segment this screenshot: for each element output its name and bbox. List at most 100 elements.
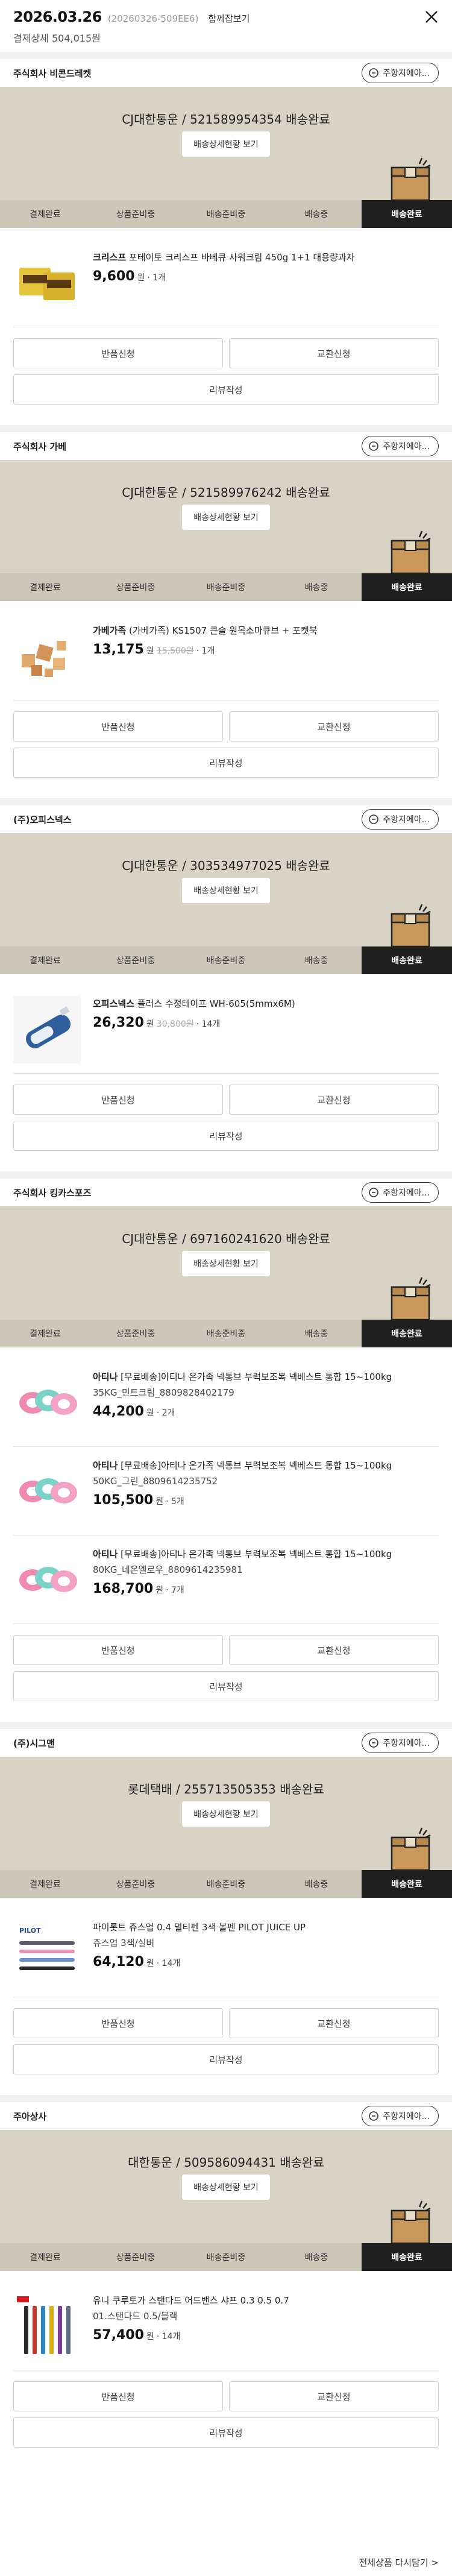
product-price: 44,200 bbox=[93, 1404, 144, 1419]
product-item[interactable]: PILOT 파이롯트 쥬스업 0.4 멀티펜 3색 볼펜 PILOT JUICE … bbox=[0, 1919, 452, 1987]
exchange-request-button[interactable]: 교환신청 bbox=[229, 1635, 439, 1665]
shipping-detail-button[interactable]: 배송상세현황 보기 bbox=[182, 1801, 270, 1827]
product-item[interactable]: 아티나 [무료배송]아티나 온가족 넥통브 부력보조복 넥베스트 통합 15~1… bbox=[0, 1369, 452, 1437]
seller-name[interactable]: (주)오피스넥스 bbox=[13, 813, 72, 826]
exchange-request-button[interactable]: 교환신청 bbox=[229, 711, 439, 742]
product-thumbnail[interactable] bbox=[13, 996, 81, 1063]
receipt-link[interactable]: 함께잡보기 bbox=[208, 12, 250, 25]
shipping-step: 상품준비중 bbox=[116, 2253, 155, 2263]
product-thumbnail[interactable] bbox=[13, 1546, 81, 1614]
shipping-steps: 결제완료 상품준비중 배송준비중 배송중 배송완료 bbox=[0, 573, 452, 601]
order-actions: 반품신청 교환신청 리뷰작성 bbox=[0, 2381, 452, 2448]
seller-row: 주식회사 비콘드레켓 주항지에아... bbox=[0, 59, 452, 87]
product-name[interactable]: 파이롯트 쥬스업 0.4 멀티펜 3색 볼펜 PILOT JUICE UP bbox=[93, 1921, 306, 1934]
write-review-button[interactable]: 리뷰작성 bbox=[13, 2044, 439, 2074]
return-request-button[interactable]: 반품신청 bbox=[13, 338, 223, 368]
delivered-box-icon bbox=[391, 531, 431, 573]
product-name[interactable]: 아티나 [무료배송]아티나 온가족 넥통브 부력보조복 넥베스트 통합 15~1… bbox=[93, 1459, 392, 1472]
write-review-button[interactable]: 리뷰작성 bbox=[13, 1671, 439, 1701]
product-name[interactable]: 아티나 [무료배송]아티나 온가족 넥통브 부력보조복 넥베스트 통합 15~1… bbox=[93, 1548, 392, 1561]
return-request-button[interactable]: 반품신청 bbox=[13, 1085, 223, 1115]
seller-name[interactable]: 주아상사 bbox=[13, 2110, 46, 2123]
order-header-row: 2026.03.26 (20260326-509EE6) 함께잡보기 bbox=[13, 8, 439, 25]
product-title: 유니 쿠루토가 스탠다드 어드밴스 샤프 0.3 0.5 0.7 bbox=[93, 2295, 289, 2306]
order-header: 2026.03.26 (20260326-509EE6) 함께잡보기 결제상세 … bbox=[0, 0, 452, 52]
shipping-status-text: CJ대한통운 / 697160241620 배송완료 bbox=[122, 1232, 330, 1246]
payment-summary[interactable]: 결제상세 504,015원 bbox=[13, 30, 439, 45]
product-price: 26,320 bbox=[93, 1015, 144, 1030]
product-name[interactable]: 가베가족 (가베가족) KS1507 큰솔 원목소마큐브 + 포켓북 bbox=[93, 624, 318, 637]
product-name[interactable]: 유니 쿠루토가 스탠다드 어드밴스 샤프 0.3 0.5 0.7 bbox=[93, 2294, 289, 2307]
seller-name[interactable]: (주)시그맨 bbox=[13, 1737, 55, 1749]
shipping-step: 배송준비중 bbox=[206, 956, 246, 966]
product-item[interactable]: 아티나 [무료배송]아티나 온가족 넥통브 부력보조복 넥베스트 통합 15~1… bbox=[0, 1546, 452, 1614]
return-request-button[interactable]: 반품신청 bbox=[13, 2381, 223, 2411]
currency-unit: 원 bbox=[155, 1586, 164, 1595]
order-actions: 반품신청 교환신청 리뷰작성 bbox=[0, 338, 452, 405]
product-item[interactable]: 아티나 [무료배송]아티나 온가족 넥통브 부력보조복 넥베스트 통합 15~1… bbox=[0, 1458, 452, 1525]
shipping-detail-button[interactable]: 배송상세현황 보기 bbox=[182, 2174, 270, 2200]
write-review-button[interactable]: 리뷰작성 bbox=[13, 374, 439, 405]
return-request-button[interactable]: 반품신청 bbox=[13, 711, 223, 742]
close-icon[interactable] bbox=[423, 8, 440, 25]
product-thumbnail[interactable] bbox=[13, 250, 81, 317]
order-actions: 반품신청 교환신청 리뷰작성 bbox=[0, 1635, 452, 1701]
shipping-detail-button[interactable]: 배송상세현황 보기 bbox=[182, 1251, 270, 1276]
seller-inquiry-button[interactable]: 주항지에아... bbox=[362, 436, 439, 456]
delivered-box-icon bbox=[391, 904, 431, 946]
seller-inquiry-button[interactable]: 주항지에아... bbox=[362, 63, 439, 83]
currency-unit: 원 bbox=[146, 1959, 154, 1968]
seller-name[interactable]: 주식회사 킹카스포즈 bbox=[13, 1186, 91, 1199]
write-review-button[interactable]: 리뷰작성 bbox=[13, 2417, 439, 2448]
product-thumbnail[interactable]: PILOT bbox=[13, 1919, 81, 1987]
shipping-step: 배송준비중 bbox=[206, 1880, 246, 1889]
shipping-status-text: 롯데택배 / 255713505353 배송완료 bbox=[128, 1782, 324, 1797]
seller-inquiry-button[interactable]: 주항지에아... bbox=[362, 809, 439, 830]
product-item[interactable]: 크리스프 포테이토 크리스프 바베큐 사워크림 450g 1+1 대용량과자 9,… bbox=[0, 250, 452, 317]
write-review-button[interactable]: 리뷰작성 bbox=[13, 1121, 439, 1151]
product-quantity: · 1개 bbox=[147, 273, 166, 283]
shipping-step: 배송완료 bbox=[362, 573, 452, 601]
exchange-request-button[interactable]: 교환신청 bbox=[229, 1085, 439, 1115]
seller-row: (주)오피스넥스 주항지에아... bbox=[0, 805, 452, 833]
write-review-button[interactable]: 리뷰작성 bbox=[13, 748, 439, 778]
seller-inquiry-button[interactable]: 주항지에아... bbox=[362, 1733, 439, 1753]
product-thumbnail[interactable] bbox=[13, 2293, 81, 2360]
product-name[interactable]: 아티나 [무료배송]아티나 온가족 넥통브 부력보조복 넥베스트 통합 15~1… bbox=[93, 1370, 392, 1384]
price-row: 64,120 원 · 14개 bbox=[93, 1954, 306, 1970]
product-item[interactable]: 유니 쿠루토가 스탠다드 어드밴스 샤프 0.3 0.5 0.7 01.스탠다드 … bbox=[0, 2293, 452, 2360]
section-divider bbox=[0, 425, 452, 432]
product-option: 50KG_그린_8809614235752 bbox=[93, 1476, 218, 1487]
seller-inquiry-button[interactable]: 주항지에아... bbox=[362, 2106, 439, 2126]
product-name[interactable]: 크리스프 포테이토 크리스프 바베큐 사워크림 450g 1+1 대용량과자 bbox=[93, 251, 354, 264]
seller-inquiry-button[interactable]: 주항지에아... bbox=[362, 1182, 439, 1203]
product-thumbnail[interactable] bbox=[13, 1369, 81, 1437]
exchange-request-button[interactable]: 교환신청 bbox=[229, 2381, 439, 2411]
product-thumbnail[interactable] bbox=[13, 623, 81, 690]
product-info: 가베가족 (가베가족) KS1507 큰솔 원목소마큐브 + 포켓북 13,175… bbox=[93, 623, 318, 690]
product-item[interactable]: 오피스넥스 플러스 수정테이프 WH-605(5mmx6M) 26,320 원 30,… bbox=[0, 996, 452, 1063]
exchange-request-button[interactable]: 교환신청 bbox=[229, 338, 439, 368]
product-thumbnail[interactable] bbox=[13, 1458, 81, 1525]
exchange-request-button[interactable]: 교환신청 bbox=[229, 2008, 439, 2038]
shipping-step: 상품준비중 bbox=[116, 210, 155, 219]
product-name[interactable]: 오피스넥스 플러스 수정테이프 WH-605(5mmx6M) bbox=[93, 997, 295, 1010]
product-list: 유니 쿠루토가 스탠다드 어드밴스 샤프 0.3 0.5 0.7 01.스탠다드 … bbox=[0, 2271, 452, 2370]
chat-icon bbox=[369, 2111, 379, 2121]
product-price: 64,120 bbox=[93, 1954, 144, 1970]
product-option: 80KG_네온엘로우_8809614235981 bbox=[93, 1564, 243, 1575]
seller-name[interactable]: 주식회사 비콘드레켓 bbox=[13, 67, 91, 80]
product-item[interactable]: 가베가족 (가베가족) KS1507 큰솔 원목소마큐브 + 포켓북 13,175… bbox=[0, 623, 452, 690]
product-price: 57,400 bbox=[93, 2328, 144, 2343]
shipping-status-text: CJ대한통운 / 521589976242 배송완료 bbox=[122, 485, 330, 500]
section-bottom-space bbox=[0, 1151, 452, 1171]
shipping-detail-button[interactable]: 배송상세현황 보기 bbox=[182, 878, 270, 903]
shipping-detail-button[interactable]: 배송상세현황 보기 bbox=[182, 131, 270, 157]
shipping-detail-button[interactable]: 배송상세현황 보기 bbox=[182, 505, 270, 530]
return-request-button[interactable]: 반품신청 bbox=[13, 2008, 223, 2038]
reorder-all-link[interactable]: 전체상품 다시담기 > bbox=[359, 2556, 439, 2569]
seller-name[interactable]: 주식회사 가베 bbox=[13, 440, 66, 453]
price-row: 57,400 원 · 14개 bbox=[93, 2328, 289, 2343]
return-request-button[interactable]: 반품신청 bbox=[13, 1635, 223, 1665]
section-divider bbox=[0, 798, 452, 805]
